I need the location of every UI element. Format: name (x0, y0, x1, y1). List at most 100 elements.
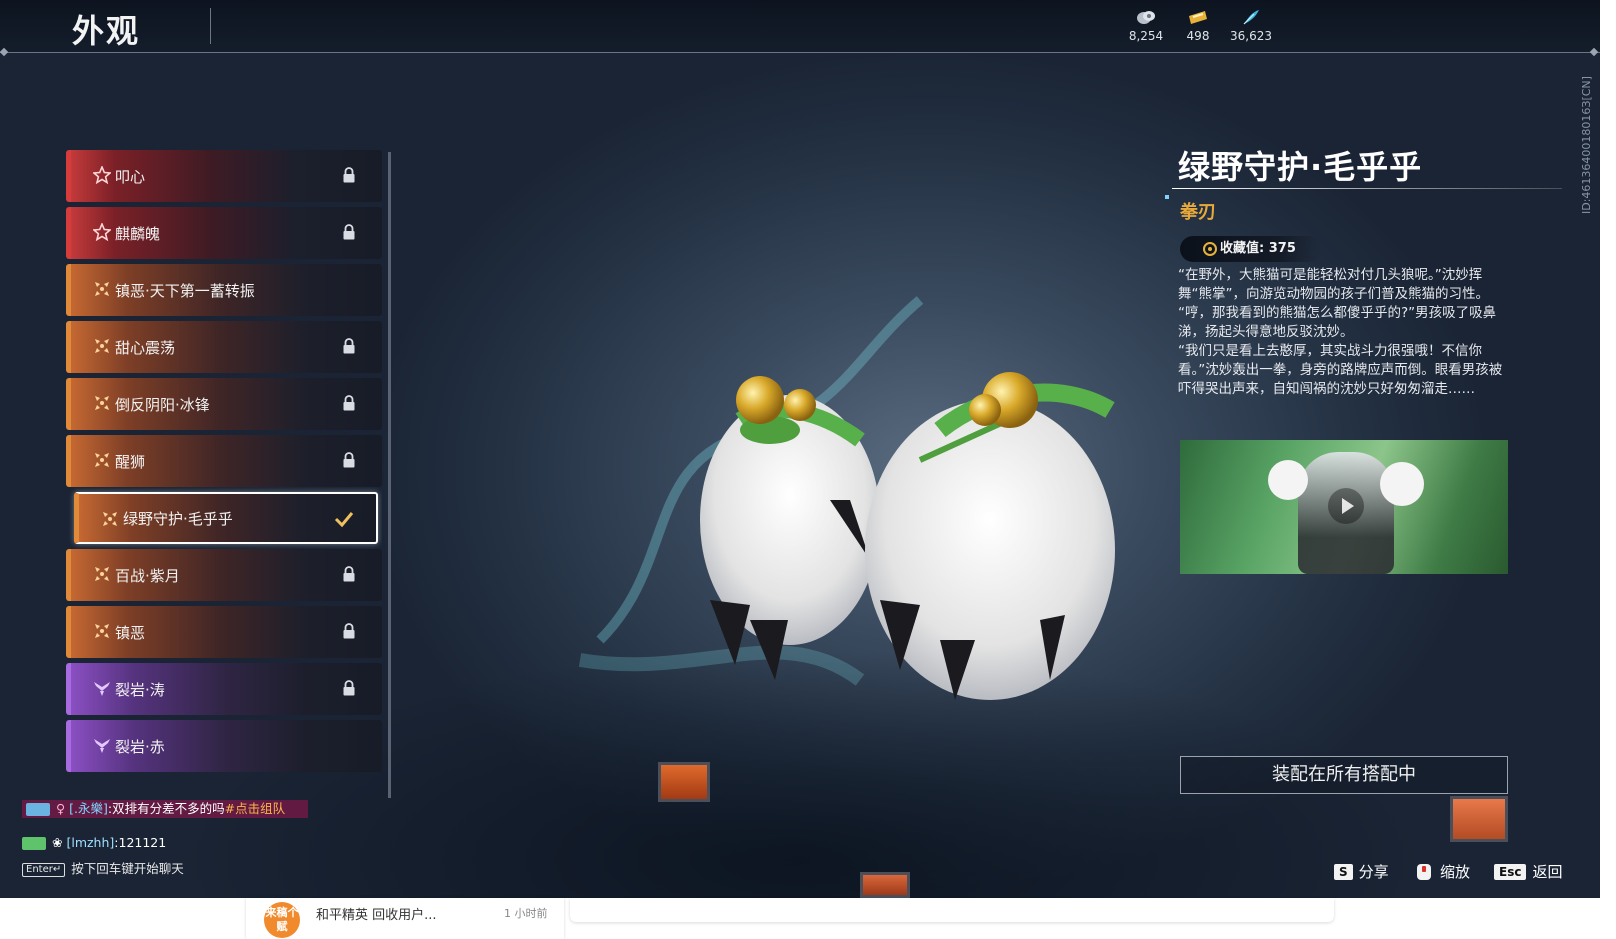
female-icon: ♀ (56, 801, 66, 816)
feed-panel (570, 898, 1334, 922)
mist-swirl-2 (578, 645, 865, 686)
weapon-type: 拳刃 (1180, 202, 1216, 223)
chat-text: :121121 (114, 835, 167, 850)
skin-list-item-label: 百战·紫月 (115, 566, 180, 585)
feed-card[interactable]: 来稿个赋 和平精英 回收用户... 1 小时前 (246, 898, 564, 939)
zoom-label: 缩放 (1440, 863, 1471, 881)
skin-list-item[interactable]: 百战·紫月 (66, 549, 382, 601)
star-icon (93, 166, 111, 184)
skin-list-item[interactable]: 甜心震荡 (66, 321, 382, 373)
skin-list-item[interactable]: 倒反阴阳·冰锋 (66, 378, 382, 430)
skin-name: 绿野守护·毛乎乎 (1178, 148, 1423, 186)
chat-message: ❀ [lmzhh]:121121 (22, 834, 322, 852)
currency-feather[interactable]: 36,623 (1221, 8, 1281, 43)
currency-value: 36,623 (1230, 29, 1272, 43)
play-icon[interactable] (1328, 488, 1364, 524)
star-icon (93, 223, 111, 241)
feed-title[interactable]: 和平精英 回收用户... (316, 904, 437, 923)
trident-icon (94, 682, 110, 696)
preview-video-thumbnail[interactable] (1180, 440, 1508, 574)
channel-tag-icon (26, 803, 50, 816)
lotus-icon: ❀ (52, 835, 63, 850)
lock-icon (343, 623, 355, 639)
weapon-preview[interactable] (560, 260, 1180, 820)
key-s: S (1334, 863, 1353, 880)
skin-list-item[interactable]: 麒麟魄 (66, 207, 382, 259)
skin-list[interactable]: 叩心麒麟魄镇恶·天下第一蓄转振 甜心震荡倒反阴阳·冰锋醒狮绿野守护·毛乎乎百战·紫… (66, 150, 382, 798)
skin-list-item-label: 麒麟魄 (115, 224, 161, 243)
lock-icon (343, 566, 355, 582)
chat-message: ♀ [.永樂]:双排有分差不多的吗#点击组队 (22, 800, 308, 818)
skin-list-item[interactable]: 镇恶·天下第一蓄转振 (66, 264, 382, 316)
right-paw (865, 372, 1115, 700)
quad-claw-icon (95, 396, 109, 410)
skin-list-item[interactable]: 裂岩·涛 (66, 663, 382, 715)
top-bar: 外观 8,254 498 36,623 (0, 0, 1600, 53)
collection-value-badge: 收藏值: 375 (1180, 236, 1322, 262)
skin-list-item-label: 甜心震荡 (115, 338, 176, 357)
key-esc: Esc (1494, 863, 1527, 880)
quad-claw-icon (95, 339, 109, 353)
chat-enter-hint[interactable]: Enter↵ 按下回车键开始聊天 (22, 858, 322, 877)
description-paragraph: “在野外，大熊猫可是能轻松对付几头狼呢。”沈妙挥舞“熊掌”，向游览动物园的孩子们… (1178, 267, 1489, 302)
join-team-link[interactable]: #点击组队 (225, 801, 285, 816)
skin-list-item-label: 醒狮 (115, 452, 146, 471)
chat-text: :双排有分差不多的吗 (107, 801, 225, 816)
chat-username[interactable]: [.永樂] (69, 801, 108, 816)
silver-coin-icon (1137, 11, 1155, 24)
currency-gold[interactable]: 498 (1168, 8, 1228, 43)
player-uid: ID:4613640018016З[CN] (1580, 76, 1593, 214)
quad-claw-icon (95, 567, 109, 581)
currency-silver[interactable]: 8,254 (1116, 8, 1176, 43)
share-hint-button[interactable]: S 分享 (1334, 861, 1389, 882)
collection-value: 收藏值: 375 (1220, 241, 1296, 256)
equip-all-outfits-button[interactable]: 装配在所有搭配中 (1180, 756, 1508, 794)
name-underline (1172, 188, 1562, 189)
skin-list-item[interactable]: 醒狮 (66, 435, 382, 487)
lock-icon (343, 452, 355, 468)
quad-claw-icon (95, 453, 109, 467)
skin-list-item[interactable]: 绿野守护·毛乎乎 (74, 492, 378, 544)
back-hint-button[interactable]: Esc 返回 (1494, 861, 1562, 882)
lock-icon (343, 167, 355, 183)
description-paragraph: “哼，那我看到的熊猫怎么都傻乎乎的?”男孩吸了吸鼻涕，扬起头得意地反驳沈妙。 (1178, 305, 1497, 340)
skin-list-item[interactable]: 裂岩·赤 (66, 720, 382, 772)
panda-paw (1268, 460, 1308, 500)
gold-ticket-icon (1189, 11, 1207, 24)
quad-claw-icon (95, 624, 109, 638)
game-viewport: 外观 8,254 498 36,623 ID:4613640018016З[CN… (0, 0, 1600, 898)
lock-icon (343, 338, 355, 354)
chat-box[interactable]: ♀ [.永樂]:双排有分差不多的吗#点击组队 ❀ [lmzhh]:121121 … (22, 800, 322, 890)
back-label: 返回 (1532, 863, 1563, 881)
skin-list-item[interactable]: 镇恶 (66, 606, 382, 658)
skin-list-item-label: 裂岩·赤 (115, 737, 165, 756)
mouse-icon (1417, 863, 1431, 880)
skin-list-item-label: 裂岩·涛 (115, 680, 165, 699)
skin-list-item-label: 镇恶 (115, 623, 146, 642)
lantern-decoration (1450, 796, 1508, 842)
chat-hint-text: 按下回车键开始聊天 (71, 861, 184, 876)
left-paw (700, 376, 880, 680)
currency-value: 8,254 (1128, 29, 1164, 43)
title-separator (210, 8, 211, 44)
lantern-decoration (860, 872, 910, 898)
trident-icon (94, 739, 110, 753)
feather-icon (1243, 10, 1259, 25)
collection-icon (1203, 242, 1217, 256)
feed-time: 1 小时前 (504, 907, 548, 920)
skin-list-item[interactable]: 叩心 (66, 150, 382, 202)
chat-username[interactable]: [lmzhh] (66, 835, 114, 850)
quad-claw-icon (103, 512, 117, 526)
lock-icon (343, 224, 355, 240)
page-title: 外观 (72, 12, 141, 50)
feed-avatar: 来稿个赋 (264, 902, 300, 938)
list-scrollbar[interactable] (388, 152, 391, 798)
zoom-hint-button[interactable]: 缩放 (1414, 861, 1470, 882)
description-paragraph: “我们只是看上去憨厚，其实战斗力很强哦！不信你看。”沈妙轰出一拳，身旁的路牌应声… (1178, 343, 1503, 397)
skin-list-item-label: 镇恶·天下第一蓄转振 (115, 281, 255, 300)
skin-list-item-label: 绿野守护·毛乎乎 (123, 509, 233, 528)
checkmark-icon (334, 512, 354, 528)
enter-key-icon: Enter↵ (22, 862, 66, 877)
lock-icon (343, 395, 355, 411)
lantern-decoration (658, 762, 710, 802)
